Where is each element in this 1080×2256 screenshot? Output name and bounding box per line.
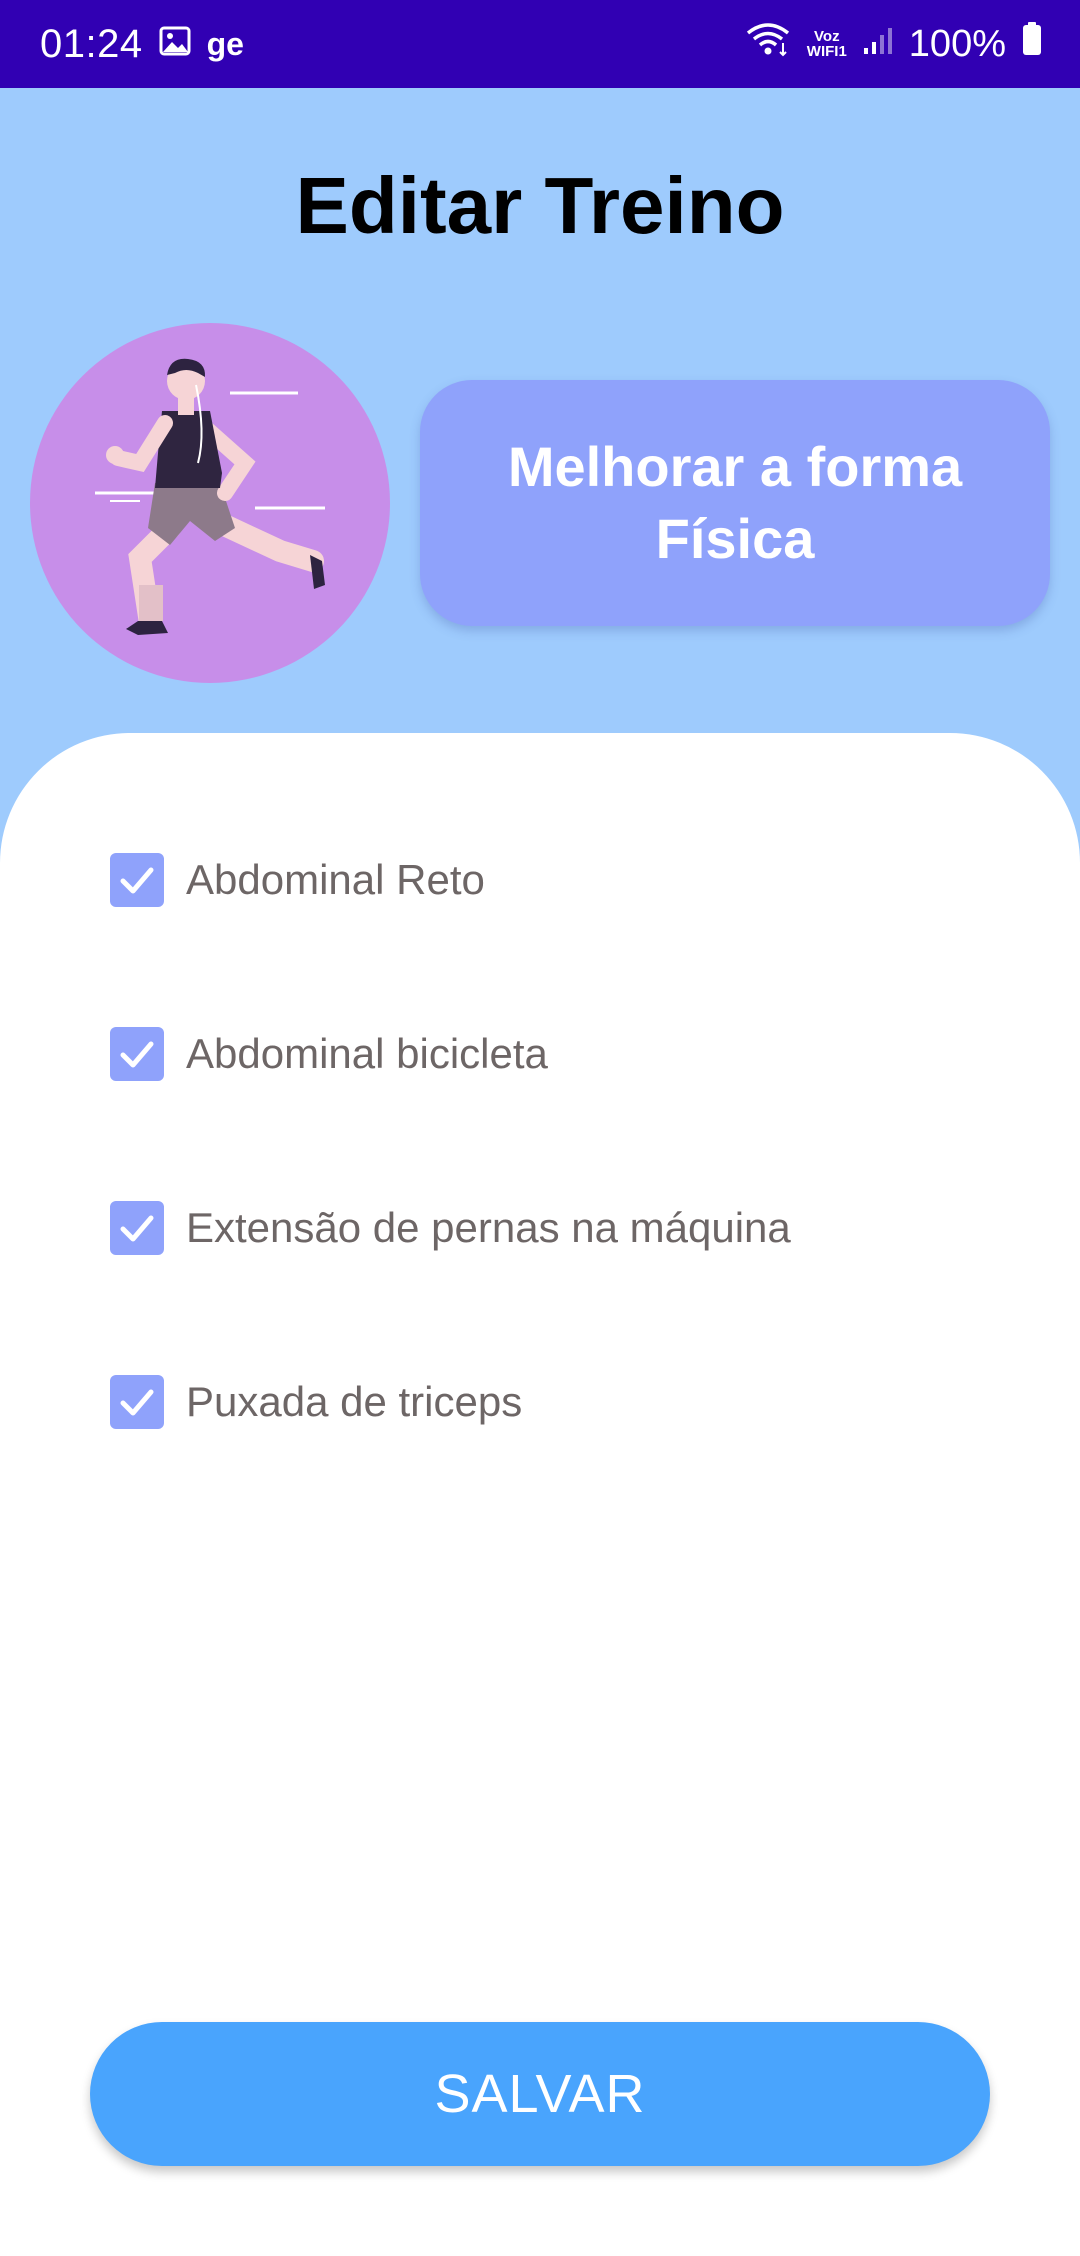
wifi-calling-label: WIFI1: [806, 43, 847, 60]
exercise-item[interactable]: Abdominal bicicleta: [110, 1024, 1010, 1084]
status-left: 01:24 ge: [40, 22, 244, 67]
page-title: Editar Treino: [295, 161, 785, 250]
exercise-item[interactable]: Extensão de pernas na máquina: [110, 1198, 1010, 1258]
checkbox[interactable]: [110, 853, 164, 907]
exercise-label: Puxada de triceps: [186, 1378, 523, 1425]
battery-icon: [1022, 22, 1042, 66]
image-notification-icon: [159, 23, 191, 66]
checkbox[interactable]: [110, 1375, 164, 1429]
checkmark-icon: [120, 867, 154, 894]
wifi-icon: [745, 21, 791, 67]
checkbox[interactable]: [110, 1201, 164, 1255]
notification-text: ge: [206, 25, 244, 62]
save-button[interactable]: SALVAR: [90, 2022, 990, 2166]
exercise-item[interactable]: Puxada de triceps: [110, 1372, 1010, 1432]
avatar: [30, 323, 390, 683]
voz-label: Voz: [814, 28, 840, 45]
runner-illustration: [95, 358, 325, 635]
exercise-label: Extensão de pernas na máquina: [186, 1204, 791, 1251]
signal-icon: [863, 23, 893, 66]
goal-card[interactable]: Melhorar a forma Física: [420, 380, 1050, 626]
checkmark-icon: [120, 1389, 154, 1416]
checkmark-icon: [120, 1041, 154, 1068]
checkmark-icon: [120, 1215, 154, 1242]
exercise-label: Abdominal Reto: [186, 856, 485, 903]
exercise-item[interactable]: Abdominal Reto: [110, 850, 1010, 910]
status-right: Voz WIFI1 100%: [745, 21, 1042, 67]
battery-percent: 100%: [908, 22, 1006, 65]
status-time: 01:24: [40, 21, 143, 66]
exercise-label: Abdominal bicicleta: [186, 1030, 548, 1077]
status-bar: 01:24 ge Voz WIFI1 100%: [0, 0, 1080, 88]
voz-wifi-indicator: Voz WIFI1: [807, 29, 847, 59]
checkbox[interactable]: [110, 1027, 164, 1081]
